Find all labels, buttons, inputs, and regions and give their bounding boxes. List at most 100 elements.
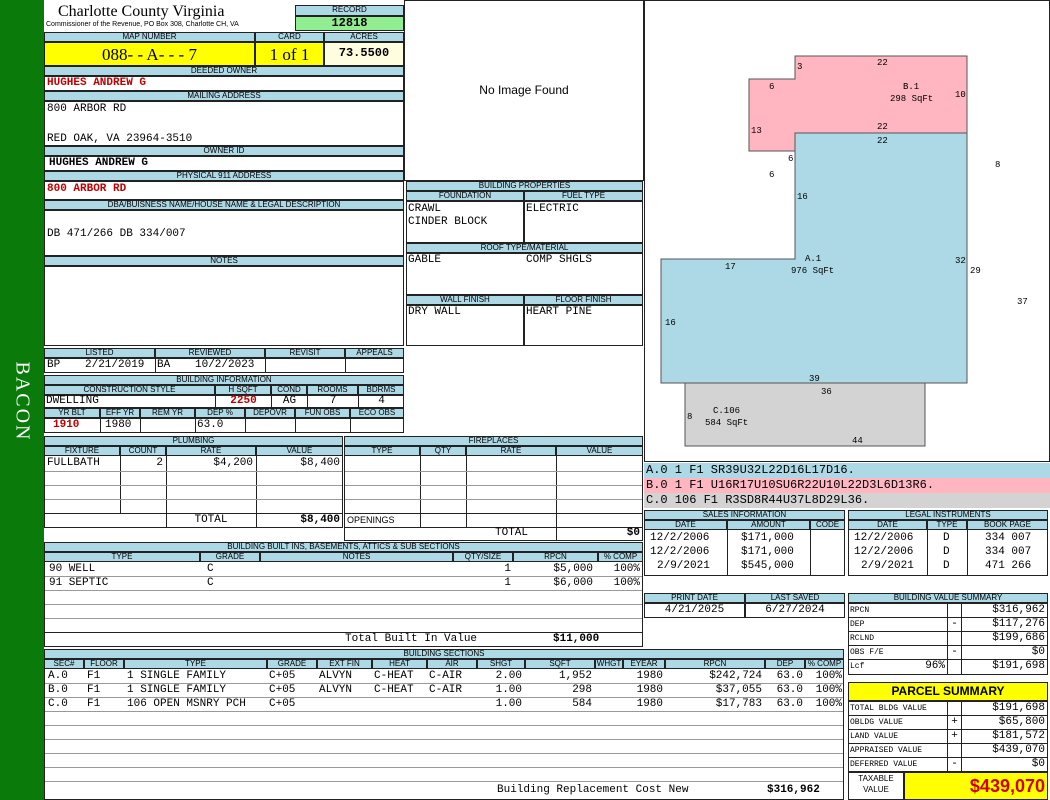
sketch-dimension: 29 bbox=[970, 266, 981, 276]
sketch-area-c: 584 SqFt bbox=[705, 418, 748, 428]
plumbing-table: FIXTURE COUNT RATE VALUE FULLBATH 2 $4,2… bbox=[44, 446, 343, 528]
mailing-address: 800 ARBOR RD RED OAK, VA 23964-3510 bbox=[44, 101, 404, 146]
bvs-sign-2: - bbox=[951, 618, 958, 630]
rooms-label: ROOMS bbox=[307, 385, 358, 395]
plumbing-total: $8,400 bbox=[300, 514, 340, 526]
acres-label: ACRES bbox=[324, 32, 404, 42]
bvs-sign-4: - bbox=[951, 646, 958, 658]
notes-box bbox=[44, 266, 404, 346]
legal-date-1: 12/2/2006 bbox=[854, 532, 914, 544]
section-grade-1: C+05 bbox=[269, 670, 296, 682]
legal-type-1: D bbox=[943, 532, 950, 544]
sections-title: BUILDING SECTIONS bbox=[44, 649, 844, 659]
builtins-total: $11,000 bbox=[553, 633, 600, 645]
owner-id-label: OWNER ID bbox=[44, 146, 404, 156]
parcel-table: TOTAL BLDG VALUE $191,698 OBLDG VALUE + $65,… bbox=[848, 701, 1048, 772]
sketch-dimension: 16 bbox=[665, 318, 676, 328]
sketch-dimension: 22 bbox=[877, 58, 888, 68]
legal-book-2: 334 007 bbox=[985, 546, 1032, 558]
section-shgt-3: 1.00 bbox=[495, 698, 522, 710]
parcel-label-2: OBLDG VALUE bbox=[850, 718, 903, 727]
legal-date-2: 12/2/2006 bbox=[854, 546, 914, 558]
taxable-value: $439,070 bbox=[904, 772, 1048, 800]
segment-c: C.0 106 F1 R3SD8R44U37L8D29L36. bbox=[644, 493, 1050, 508]
bvs-value-4: $0 bbox=[1031, 646, 1045, 658]
building-sketch: 3 22 6 10 13 22 22 6 6 16 8 32 29 17 37 16 3936 8 44 A.1 9… bbox=[660, 55, 1028, 447]
building-info-row2: 1910 1980 63.0 bbox=[44, 418, 404, 433]
parcel-value-4: $439,070 bbox=[992, 744, 1045, 756]
mailing-address-label: MAILING ADDRESS bbox=[44, 91, 404, 101]
roof-label: ROOF TYPE/MATERIAL bbox=[406, 243, 643, 253]
card-label: CARD bbox=[255, 32, 324, 42]
sales-table: DATE AMOUNT CODE 12/2/2006 $171,000 12/2… bbox=[644, 520, 845, 576]
bvs-value-2: $117,276 bbox=[992, 618, 1045, 630]
section-heat-1: C-HEAT bbox=[374, 670, 414, 682]
legal-description: DB 471/266 DB 334/007 bbox=[44, 210, 404, 256]
floor-finish-label: FLOOR FINISH bbox=[524, 295, 643, 305]
sketch-dimension: 8 bbox=[687, 412, 692, 422]
plumbing-value: $8,400 bbox=[300, 457, 340, 469]
sketch-dimension: 36 bbox=[821, 387, 832, 397]
builtin-qty-2: 1 bbox=[504, 577, 511, 589]
listed-label: LISTED bbox=[44, 348, 155, 358]
section-rpcn-3: $17,783 bbox=[715, 698, 762, 710]
parcel-sign-5: - bbox=[951, 758, 958, 770]
section-sqft-3: 584 bbox=[572, 698, 592, 710]
plumbing-rate: $4,200 bbox=[213, 457, 253, 469]
section-sec-3: C.0 bbox=[48, 698, 68, 710]
section-shgt-2: 1.00 bbox=[495, 684, 522, 696]
physical-address: 800 ARBOR RD bbox=[44, 181, 404, 200]
sketch-dimension: 16 bbox=[797, 192, 808, 202]
parcel-label-1: TOTAL BLDG VALUE bbox=[850, 704, 927, 713]
section-floor-3: F1 bbox=[87, 698, 101, 710]
builtin-type-1: 90 WELL bbox=[49, 563, 96, 575]
sketch-dimension: 32 bbox=[955, 256, 966, 266]
sidebar-label: BACON bbox=[11, 361, 34, 442]
builtin-comp-2: 100% bbox=[613, 577, 640, 589]
section-air-1: C-AIR bbox=[429, 670, 463, 682]
legal-date-3: 2/9/2021 bbox=[861, 560, 914, 572]
sketch-area-a: 976 SqFt bbox=[791, 266, 834, 276]
section-dep-1: 63.0 bbox=[776, 670, 803, 682]
wall-finish-box: DRY WALL bbox=[406, 305, 524, 346]
section-sec-2: B.0 bbox=[48, 684, 68, 696]
section-comp-3: 100% bbox=[815, 698, 842, 710]
deeded-owner-label: DEEDED OWNER bbox=[44, 66, 404, 76]
sketch-dimension: 22 bbox=[877, 136, 888, 146]
parcel-label-4: APPRAISED VALUE bbox=[850, 746, 923, 755]
sketch-dimension: 6 bbox=[769, 170, 774, 180]
last-saved-label: LAST SAVED bbox=[745, 593, 845, 603]
builtin-rpcn-2: $6,000 bbox=[553, 577, 593, 589]
bdrms-label: BDRMS bbox=[358, 385, 404, 395]
legal-instruments-title: LEGAL INSTRUMENTS bbox=[848, 510, 1048, 520]
legal-book-3: 471 266 bbox=[985, 560, 1032, 572]
sketch-dimension: 3 bbox=[797, 62, 802, 72]
fireplaces-table: TYPE QTY RATE VALUE OPENINGS TOTAL $0 bbox=[344, 446, 643, 541]
fireplaces-total: $0 bbox=[626, 527, 640, 539]
fireplaces-openings: OPENINGS bbox=[347, 515, 395, 525]
bvs-table: RPCN $316,962 DEP - $117,276 RCLND $199,686 OBS… bbox=[848, 603, 1048, 675]
section-eyear-2: 1980 bbox=[636, 684, 663, 696]
section-comp-2: 100% bbox=[815, 684, 842, 696]
section-dep-2: 63.0 bbox=[776, 684, 803, 696]
section-dep-3: 63.0 bbox=[776, 698, 803, 710]
bvs-label-5: Lcf bbox=[850, 662, 865, 671]
physical-address-label: PHYSICAL 911 ADDRESS bbox=[44, 171, 404, 181]
sketch-label-b: B.1 bbox=[903, 82, 919, 92]
last-saved: 6/27/2024 bbox=[745, 603, 845, 618]
plumbing-count: 2 bbox=[156, 457, 163, 469]
foundation-label: FOUNDATION bbox=[406, 191, 524, 201]
depovr-label: DEPOVR bbox=[245, 408, 295, 418]
sketch-dimension: 8 bbox=[995, 160, 1000, 170]
section-shgt-1: 2.00 bbox=[495, 670, 522, 682]
bvs-value-5: $191,698 bbox=[992, 660, 1045, 672]
acres-value: 73.5500 bbox=[324, 42, 404, 66]
section-ext-fin-2: ALVYN bbox=[319, 684, 353, 696]
legal-book-1: 334 007 bbox=[985, 532, 1032, 544]
sidebar: BACON bbox=[0, 0, 44, 800]
appeals-label: APPEALS bbox=[345, 348, 404, 358]
builtin-type-2: 91 SEPTIC bbox=[49, 577, 109, 589]
section-type-3: 106 OPEN MSNRY PCH bbox=[127, 698, 246, 710]
sales-title: SALES INFORMATION bbox=[644, 510, 845, 520]
fuel-type-label: FUEL TYPE bbox=[524, 191, 643, 201]
